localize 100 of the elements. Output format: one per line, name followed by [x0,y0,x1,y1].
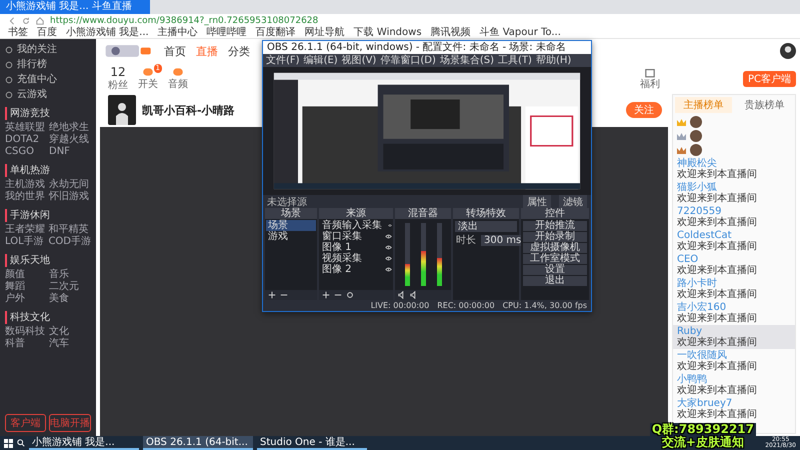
circle-icon [5,46,13,54]
taskbar-app[interactable]: 小熊游戏铺 我是... [29,436,139,450]
category-link[interactable]: 英雄联盟 [5,122,47,134]
bookmark[interactable]: 百度翻译 [256,27,296,38]
category-link[interactable]: 科普 [5,338,47,350]
windows-start-icon[interactable] [4,438,13,448]
dock-title: 来源 [319,208,393,219]
control-button[interactable]: 虚拟摄像机 [523,243,587,253]
bookmark[interactable]: 网址导航 [304,27,345,38]
category-link[interactable]: 文化 [49,326,91,338]
toggle-icon [172,66,184,78]
bookmark[interactable]: 书签 [8,27,28,38]
scene-item[interactable]: 游戏 [266,231,316,242]
scene-item[interactable]: 场景 [266,220,316,231]
nav-link[interactable]: 分类 [228,44,250,58]
rank-tab[interactable]: 贵族榜单 [736,97,793,113]
sidebar-item[interactable]: 排行榜 [5,58,91,71]
nav-link[interactable]: 首页 [164,44,186,58]
fan-avatar [690,116,702,128]
menu-item[interactable]: 场景集合(S) [440,54,494,66]
toolbar-button[interactable]: 音频 [168,66,188,90]
toolbar-button[interactable]: 12 粉丝 [108,66,128,90]
chat-message: 路小卡时 欢迎来到本直播间 [676,277,758,301]
control-button[interactable]: 设置 [523,265,587,275]
category-link[interactable]: 音乐 [49,269,91,281]
toolbar-button[interactable]: 福利 [640,66,660,90]
menu-item[interactable]: 编辑(E) [304,54,338,66]
menu-item[interactable]: 工具(T) [498,54,532,66]
sidebar-item[interactable]: 我的关注 [5,43,91,56]
category-link[interactable]: 绝地求生 [49,122,91,134]
source-item[interactable]: 视频采集 [320,253,364,264]
category-link[interactable]: COD手游 [48,236,91,248]
source-button[interactable]: 属性 [523,194,551,208]
source-item[interactable]: 图像 1 [320,242,354,253]
menu-item[interactable]: 视图(V) [342,54,376,66]
address-field[interactable]: https://www.douyu.com/9386914?_rn0.7265953108072628 [50,14,318,26]
control-button[interactable]: 退出 [523,276,587,286]
volume-meter [404,223,410,286]
category-link[interactable]: 我的世界 [5,191,47,203]
chat-message: 大家bruey7 欢迎来到本直播间 [676,397,758,421]
category-link[interactable]: 主机游戏 [5,179,47,191]
bookmark[interactable]: 主播中心 [158,27,198,38]
taskbar-app[interactable]: OBS 26.1.1 (64-bit... [143,436,253,450]
category-link[interactable]: 户外 [5,293,47,305]
category-link[interactable]: 穿越火线 [49,134,91,146]
category-link[interactable]: 美食 [49,293,91,305]
bookmark[interactable]: 斗鱼 Vapour To... [480,27,561,38]
section-title: 单机热游 [5,164,91,177]
category-link[interactable]: 数码科技 [5,326,47,338]
menu-item[interactable]: 文件(F) [266,54,300,66]
chat-message: 7220559 欢迎来到本直播间 [676,205,758,229]
category-link[interactable]: CSGO [5,146,47,158]
category-link[interactable]: 怀旧游戏 [49,191,91,203]
volume-meter [420,223,426,286]
category-link[interactable]: 舞蹈 [5,281,47,293]
dock-title: 控件 [521,208,589,219]
taskbar-app[interactable]: Studio One - 谁是... [257,436,367,450]
control-button[interactable]: 工作室模式 [523,254,587,264]
eye-icon [385,266,392,273]
bookmark[interactable]: 小熊游戏铺 我是... [66,27,149,38]
source-item[interactable]: 音频输入采集 [320,220,384,231]
source-item[interactable]: 图像 2 [320,264,354,275]
overlay-text: 交流+皮肤通知 [660,436,746,449]
category-link[interactable]: 二次元 [49,281,91,293]
chat-message: 猫影小狐 欢迎来到本直播间 [676,181,758,205]
bookmark[interactable]: 下载 Windows [354,27,422,38]
browser-tab[interactable]: 小熊游戏铺 我是... 斗鱼直播 [0,0,150,14]
control-button[interactable]: 开始推流 [523,221,587,231]
chat-message: 一吹很随风 欢迎来到本直播间 [676,349,758,373]
section-title: 娱乐天地 [5,254,91,267]
source-button[interactable]: 滤镜 [559,194,587,208]
category-link[interactable]: DNF [49,146,91,158]
category-link[interactable]: LOL手游 [5,236,46,248]
add-icon [268,291,276,299]
reload-icon [22,16,30,24]
section-title: 科技文化 [5,311,91,324]
dock-title: 场景 [265,208,317,219]
sidebar-item[interactable]: 云游戏 [5,88,91,101]
bookmark[interactable]: 腾讯视频 [430,27,471,38]
chat-message: 小鸭鸭 欢迎来到本直播间 [676,373,758,397]
sidebar-item[interactable]: 充值中心 [5,73,91,86]
control-button[interactable]: 开始录制 [523,232,587,242]
category-link[interactable]: 王者荣耀 [5,224,46,236]
source-item[interactable]: 窗口采集 [320,231,364,242]
category-link[interactable]: 永劫无间 [49,179,91,191]
menu-item[interactable]: 停靠窗口(D) [380,54,436,66]
settings-icon [346,291,354,299]
category-link[interactable]: DOTA2 [5,134,47,146]
category-link[interactable]: 颜值 [5,269,47,281]
transition-select[interactable]: 淡出 [455,221,517,232]
category-link[interactable]: 汽车 [49,338,91,350]
category-link[interactable]: 和平精英 [48,224,91,236]
fan-avatar [690,130,702,142]
window-title: OBS 26.1.1 (64-bit, windows) - 配置文件: 未命名 - 场景: 未命名 [263,41,591,54]
streamer-name: 凯哥小百科-小晴路 [142,102,235,118]
menu-item[interactable]: 帮助(H) [536,54,572,66]
bookmark[interactable]: 哔哩哔哩 [206,27,247,38]
bookmark[interactable]: 百度 [37,27,57,38]
status-text: REC: 00:00:00 [437,301,495,310]
field-label: 时长 [455,234,477,247]
